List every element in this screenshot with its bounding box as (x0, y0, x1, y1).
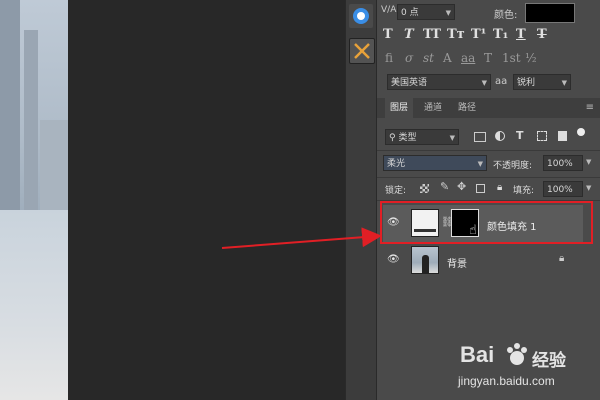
titling-icon[interactable]: aa (461, 51, 475, 65)
chevron-down-icon: ▼ (445, 9, 451, 17)
chevron-down-icon[interactable]: ▼ (586, 184, 591, 192)
photo-building (24, 30, 38, 210)
subscript-icon[interactable]: T₁ (493, 27, 508, 42)
baidu-watermark: Bai 经验 jingyan.baidu.com (458, 338, 598, 398)
swash-icon[interactable]: st (423, 51, 434, 65)
language-select[interactable]: 美国英语 ▼ (387, 74, 491, 90)
tracking-value: 0 点 (401, 8, 419, 18)
paw-logo-icon (507, 343, 527, 365)
lock-image-icon[interactable]: ✎ (440, 180, 449, 193)
chevron-down-icon[interactable]: ▼ (586, 158, 591, 166)
all-caps-icon[interactable]: TT (423, 27, 441, 42)
tab-layers[interactable]: 图层 (385, 98, 413, 118)
tracking-row: V/A 0 点 ▼ 颜色: (377, 2, 600, 23)
layer-filter-row: ⚲ 类型 ▼ T (377, 126, 600, 150)
watermark-url: jingyan.baidu.com (458, 374, 555, 388)
layer-row-background[interactable]: 👁︎ 背景 🔒︎ (383, 242, 583, 280)
small-caps-icon[interactable]: Tт (447, 27, 465, 42)
tool-presets-button[interactable] (349, 38, 375, 64)
fill-value: 100% (547, 185, 573, 195)
ligature-icon[interactable]: fi (385, 51, 393, 65)
old-style-icon[interactable]: σ (405, 51, 413, 65)
chevron-down-icon: ▼ (477, 160, 483, 168)
tab-channels[interactable]: 通道 (419, 98, 447, 118)
language-row: 美国英语 ▼ aa 锐利 ▼ (377, 72, 600, 94)
photo-water (0, 210, 68, 400)
faux-bold-icon[interactable]: T (383, 27, 393, 42)
blend-row: 柔光 ▼ 不透明度: 100% ▼ (377, 152, 600, 176)
canvas-area (68, 0, 345, 400)
chevron-down-icon: ▼ (481, 79, 487, 87)
layer-name[interactable]: 背景 (447, 255, 467, 270)
antialias-select[interactable]: 锐利 ▼ (513, 74, 571, 90)
tracking-icon: V/A (381, 5, 397, 15)
blend-mode-select[interactable]: 柔光 ▼ (383, 155, 487, 171)
underline-icon[interactable]: T (516, 27, 526, 42)
photo-building (40, 120, 68, 210)
blend-mode-value: 柔光 (387, 159, 406, 169)
chevron-down-icon: ▼ (561, 79, 567, 87)
filter-shape-icon[interactable] (537, 131, 547, 141)
canvas-photo (0, 0, 68, 400)
panel-menu-icon[interactable]: ≡ (586, 102, 594, 113)
alternates-icon[interactable]: A (443, 51, 452, 65)
watermark-brand-b: 经验 (532, 351, 566, 371)
filter-toggle-icon[interactable] (577, 128, 585, 136)
lock-artboard-icon[interactable] (476, 184, 485, 193)
filter-smartobject-icon[interactable] (558, 131, 567, 141)
filter-kind-value: 类型 (398, 133, 417, 143)
fractions-icon[interactable]: ½ (525, 51, 537, 65)
opacity-label: 不透明度: (493, 161, 533, 171)
tracking-input[interactable]: 0 点 ▼ (397, 4, 455, 20)
crossed-tools-icon (354, 43, 370, 59)
eye-icon[interactable]: 👁︎ (387, 255, 401, 265)
color-swatch[interactable] (525, 3, 575, 23)
color-label: 颜色: (494, 10, 518, 21)
language-value: 美国英语 (391, 78, 428, 88)
opentype-row: fi σ st A aa T 1st ½ (377, 48, 600, 70)
filter-kind-select[interactable]: ⚲ 类型 ▼ (385, 129, 459, 145)
fill-input[interactable]: 100% (543, 181, 583, 197)
photo-building (0, 0, 20, 210)
strikethrough-icon[interactable]: T (537, 27, 547, 42)
lock-label: 锁定: (385, 186, 407, 196)
search-icon: ⚲ (389, 133, 396, 143)
filter-type-icon[interactable]: T (516, 129, 524, 142)
opacity-input[interactable]: 100% (543, 155, 583, 171)
filter-pixel-icon[interactable] (474, 132, 486, 142)
ornaments-icon[interactable]: 1st (502, 51, 521, 65)
fill-label: 填充: (513, 186, 535, 196)
filter-adjustment-icon[interactable] (495, 131, 505, 141)
lock-position-icon[interactable]: ✥ (457, 180, 466, 193)
tab-paths[interactable]: 路径 (453, 98, 481, 118)
lock-row: 锁定: ✎ ✥ 🔒︎ 填充: 100% ▼ (377, 178, 600, 200)
history-tool-button[interactable] (349, 4, 373, 28)
opacity-value: 100% (547, 159, 573, 169)
antialias-value: 锐利 (517, 78, 536, 88)
panel-tabs: 图层 通道 路径 ≡ (377, 98, 600, 118)
circle-badge-icon (353, 8, 369, 24)
faux-italic-icon[interactable]: T (404, 27, 414, 42)
ordinals-icon[interactable]: T (484, 51, 492, 65)
lock-all-icon[interactable]: 🔒︎ (497, 182, 502, 193)
type-style-row: T T TT Tт T¹ T₁ T T (377, 24, 600, 48)
antialias-icon: aa (495, 76, 508, 87)
highlight-box (380, 201, 593, 244)
lock-icon: 🔒︎ (559, 253, 565, 264)
watermark-brand-a: Bai (460, 342, 495, 367)
chevron-down-icon: ▼ (449, 134, 455, 142)
lock-transparent-icon[interactable] (420, 184, 429, 193)
superscript-icon[interactable]: T¹ (471, 27, 486, 42)
tool-strip (345, 0, 377, 400)
background-thumbnail (411, 246, 439, 274)
divider (377, 150, 600, 151)
thumbnail-figure (422, 255, 429, 273)
